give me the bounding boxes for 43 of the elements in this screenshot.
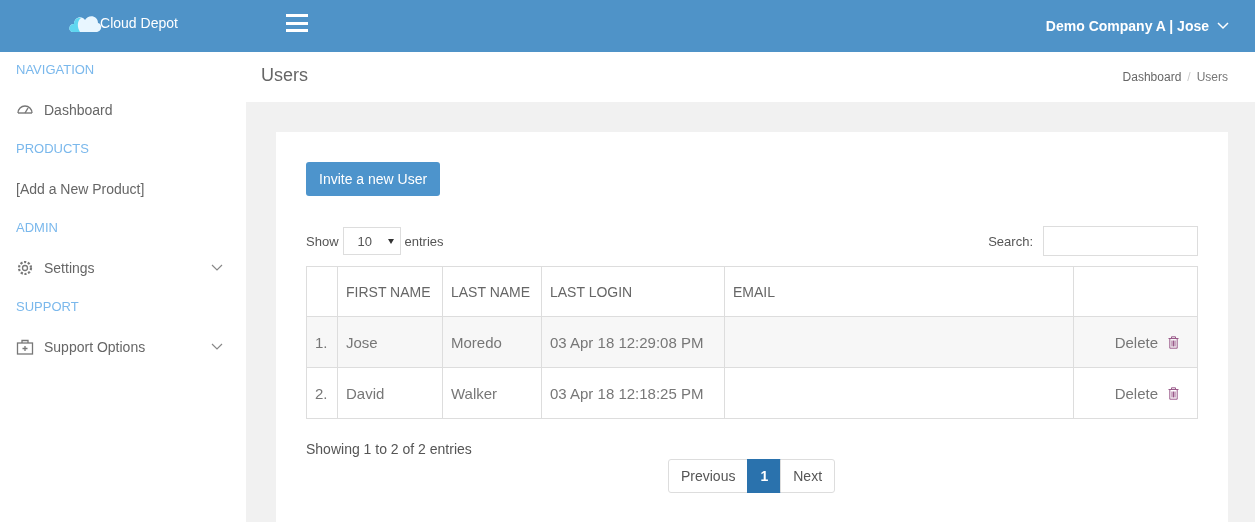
delete-button[interactable]: Delete <box>1114 384 1158 402</box>
column-header: LAST NAME <box>442 266 542 317</box>
table-cell: Jose <box>337 316 443 368</box>
section-heading: ADMIN <box>15 219 59 237</box>
delete-button[interactable]: Delete <box>1114 333 1158 351</box>
table-info: Showing 1 to 2 of 2 entries <box>306 441 473 457</box>
show-label: Show <box>306 233 339 249</box>
breadcrumb-item[interactable]: Dashboard <box>1122 70 1182 84</box>
trash-icon[interactable] <box>1168 386 1179 400</box>
sidebar-item[interactable]: Support Options <box>0 326 246 368</box>
first-aid-kit-icon <box>16 338 34 356</box>
breadcrumb-item: Users <box>1196 70 1228 84</box>
entries-select[interactable]: 10 <box>342 227 401 255</box>
chevron-down-icon <box>1217 22 1229 30</box>
section-heading: NAVIGATION <box>15 61 96 79</box>
gear-icon <box>16 259 34 277</box>
trash-icon[interactable] <box>1168 335 1179 349</box>
column-header: LAST LOGIN <box>541 266 725 317</box>
table-cell: Walker <box>442 367 542 419</box>
next-page-button[interactable]: Next <box>780 459 836 493</box>
sidebar-item[interactable]: [Add a New Product] <box>0 168 246 210</box>
table-cell: 03 Apr 18 12:18:25 PM <box>541 367 725 419</box>
menu-icon[interactable] <box>286 14 308 32</box>
section-heading: SUPPORT <box>15 298 80 316</box>
table-cell: David <box>337 367 443 419</box>
column-header: EMAIL <box>724 266 1074 317</box>
sidebar-item[interactable]: Settings <box>0 247 246 289</box>
breadcrumb-separator: / <box>1187 70 1191 84</box>
page-title: Users <box>261 64 308 86</box>
column-header: FIRST NAME <box>337 266 443 317</box>
entries-label: entries <box>404 233 444 249</box>
sidebar-item[interactable]: Dashboard <box>0 89 246 131</box>
section-heading: PRODUCTS <box>15 140 90 158</box>
table-cell: Moredo <box>442 316 542 368</box>
account-menu[interactable]: Demo Company A | Jose <box>1045 18 1229 34</box>
search-field[interactable] <box>1043 226 1198 256</box>
page-button[interactable]: 1 <box>747 459 782 493</box>
invite-user-button[interactable]: Invite a new User <box>306 162 441 196</box>
search-label: Search: <box>988 233 1033 249</box>
brand-name: Cloud Depot <box>100 15 178 31</box>
table-cell: 03 Apr 18 12:29:08 PM <box>541 316 725 368</box>
table-cell: 2. <box>306 367 338 419</box>
table-cell: 1. <box>306 316 338 368</box>
